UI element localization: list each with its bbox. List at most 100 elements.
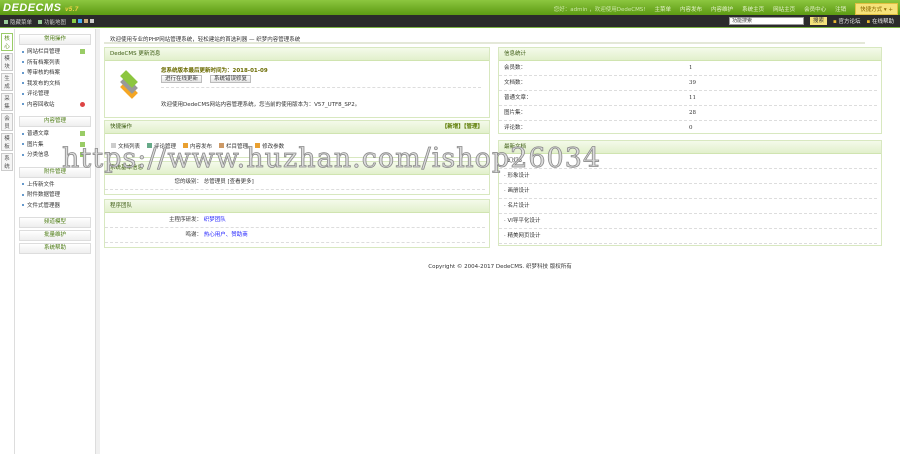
menu-group-header[interactable]: 附件管理 (19, 166, 91, 178)
function-map-label: 功能地图 (44, 20, 67, 26)
menu-item[interactable]: 图片集 (19, 140, 91, 151)
menu-item-label: 普通文章 (27, 131, 50, 137)
latest-doc-link[interactable]: · VI导平化设计 (499, 214, 877, 229)
add-icon[interactable] (80, 141, 85, 147)
online-update-button[interactable]: 进行在线更新 (161, 75, 203, 83)
nav-logout[interactable]: 注销 (835, 5, 846, 13)
side-tab[interactable]: 系统 (1, 153, 13, 171)
left-menu: 常用操作网站栏目管理 所有档案列表等审核的档案 我发布的文档 评论管理内容回收站内容管… (14, 29, 96, 454)
stat-label: 普通文章： (504, 95, 532, 101)
stat-label: 图片集： (504, 110, 527, 116)
nav-site-home[interactable]: 网站主页 (773, 5, 795, 13)
side-tab[interactable]: 生成 (1, 73, 13, 91)
nav-member-center[interactable]: 会员中心 (804, 5, 826, 13)
quick-op-icon (219, 143, 225, 148)
side-tab[interactable]: 会员 (1, 113, 13, 131)
team-link[interactable]: 织梦团队 (204, 217, 226, 223)
top-header: DEDECMS v5.7 您好：admin ，欢迎使用DedeCMS! 主菜单 … (0, 0, 900, 15)
menu-item[interactable]: 普通文章 (19, 129, 91, 140)
toolbar: 隐藏菜单 功能地图 功能搜索 搜索 ▪ 官方论坛 ▪ 在线帮助 (0, 15, 900, 28)
add-icon[interactable] (80, 152, 85, 157)
search-input[interactable]: 功能搜索 (728, 17, 804, 25)
latest-doc-link[interactable]: · 精美网页设计 (499, 229, 877, 244)
menu-item[interactable]: 上传新文件 (19, 180, 91, 191)
menu-item[interactable]: 附件数据管理 (19, 190, 91, 201)
side-tab[interactable]: 核心 (1, 33, 13, 51)
quick-ops-panel: 快捷操作 【新增】【管理】 文档列表 评论管理 内容发布 栏目管理 修改参数 (104, 120, 490, 158)
menu-item[interactable]: 文件式管理器 (19, 201, 91, 212)
quick-op-item[interactable]: 内容发布 (183, 142, 212, 150)
side-tab[interactable]: 采集 (1, 93, 13, 111)
quick-op-item[interactable]: 文档列表 (111, 142, 140, 150)
nav-system-home[interactable]: 系统主页 (742, 5, 764, 13)
function-map-button[interactable]: 功能地图 (38, 18, 66, 26)
stat-value: 1 (689, 65, 693, 71)
quick-op-icon (147, 143, 153, 148)
stat-value: 39 (689, 80, 696, 86)
panel-title: 程序团队 (105, 200, 489, 213)
update-headline: 您系统版本最后更新时间为：2018-01-09 (161, 68, 268, 74)
thanks-label: 鸣谢： (185, 232, 202, 238)
team-panel: 程序团队 主程序研发： 织梦团队 鸣谢： 热心用户、赞助商 (104, 199, 490, 248)
menu-item-label: 所有档案列表 (27, 59, 61, 66)
menu-group-header[interactable]: 系统帮助 (19, 243, 91, 254)
skin-selector[interactable] (72, 19, 96, 25)
menu-item-label: 网站栏目管理 (27, 49, 61, 55)
help-label: 在线帮助 (871, 19, 894, 25)
divider (104, 42, 865, 44)
hide-menu-button[interactable]: 隐藏菜单 (4, 18, 32, 26)
stat-label: 会员数： (504, 65, 527, 71)
menu-item-label: 分类信息 (27, 152, 50, 158)
menu-item[interactable]: 所有档案列表 (19, 58, 91, 69)
update-panel: DedeCMS 更新消息 您系统版本最后更新时间为：2018-01-09 进行在… (104, 47, 490, 118)
menu-scrollbar[interactable] (96, 29, 100, 454)
dede-logo-icon (115, 70, 143, 99)
menu-item-label: 上传新文件 (27, 181, 55, 188)
add-icon[interactable] (80, 131, 85, 136)
version: v5.7 (65, 7, 79, 13)
sysinfo-panel: 系统基本信息 您的级别： 总管理员 [查看更多] (104, 161, 490, 195)
nav-main-menu[interactable]: 主菜单 (655, 5, 672, 13)
side-tab[interactable]: 模块 (1, 53, 13, 71)
logo-text: DEDECMS (3, 2, 62, 14)
quick-op-label: 文档列表 (118, 144, 141, 150)
menu-group-header[interactable]: 频道模型 (19, 217, 91, 228)
latest-doc-link[interactable]: · 幻灯3 (499, 154, 877, 169)
menu-group-header[interactable]: 批量维护 (19, 230, 91, 241)
panel-title: 快捷操作 (110, 124, 133, 130)
search-button[interactable]: 搜索 (809, 17, 827, 25)
quick-op-item[interactable]: 栏目管理 (219, 142, 248, 150)
error-fix-button[interactable]: 系统错误修复 (209, 75, 251, 83)
help-link[interactable]: ▪ 在线帮助 (867, 17, 895, 25)
quick-op-item[interactable]: 评论管理 (147, 142, 176, 150)
greeting: 您好：admin ，欢迎使用DedeCMS! (553, 7, 646, 13)
forum-link[interactable]: ▪ 官方论坛 (833, 17, 861, 25)
quick-op-label: 评论管理 (154, 144, 177, 150)
menu-item[interactable]: 内容回收站 (19, 100, 91, 111)
add-manage-links[interactable]: 【新增】【管理】 (442, 121, 483, 134)
menu-group-header[interactable]: 内容管理 (19, 116, 91, 127)
add-icon[interactable] (80, 49, 85, 54)
recycle-icon[interactable] (80, 101, 85, 107)
latest-doc-link[interactable]: · 名片设计 (499, 199, 877, 214)
thanks-link[interactable]: 热心用户、赞助商 (204, 232, 248, 238)
stat-value: 11 (689, 95, 696, 101)
menu-item[interactable]: 等审核的档案 (19, 68, 91, 79)
menu-item[interactable]: 网站栏目管理 (19, 47, 91, 58)
menu-item-label: 图片集 (27, 141, 44, 148)
menu-item[interactable]: 分类信息 (19, 150, 91, 161)
menu-item[interactable]: 评论管理 (19, 89, 91, 100)
level-value[interactable]: 总管理员 [查看更多] (204, 179, 254, 185)
quick-menu-button[interactable]: 快捷方式 ▾ + (855, 3, 898, 15)
side-tab[interactable]: 模板 (1, 133, 13, 151)
menu-item[interactable]: 我发布的文档 (19, 79, 91, 90)
menu-item-label: 评论管理 (27, 91, 50, 97)
nav-maintain[interactable]: 内容维护 (711, 5, 733, 13)
latest-doc-link[interactable]: · 形象设计 (499, 169, 877, 184)
nav-publish[interactable]: 内容发布 (680, 5, 702, 13)
menu-group-header[interactable]: 常用操作 (19, 34, 91, 45)
latest-doc-link[interactable]: · 画册设计 (499, 184, 877, 199)
stats-panel: 信息统计 会员数： 1 文档数： 39 普通文章： 11 图片集： 28 评论数： 0 (498, 47, 882, 134)
quick-op-icon (111, 143, 116, 148)
quick-op-item[interactable]: 修改参数 (255, 142, 284, 150)
